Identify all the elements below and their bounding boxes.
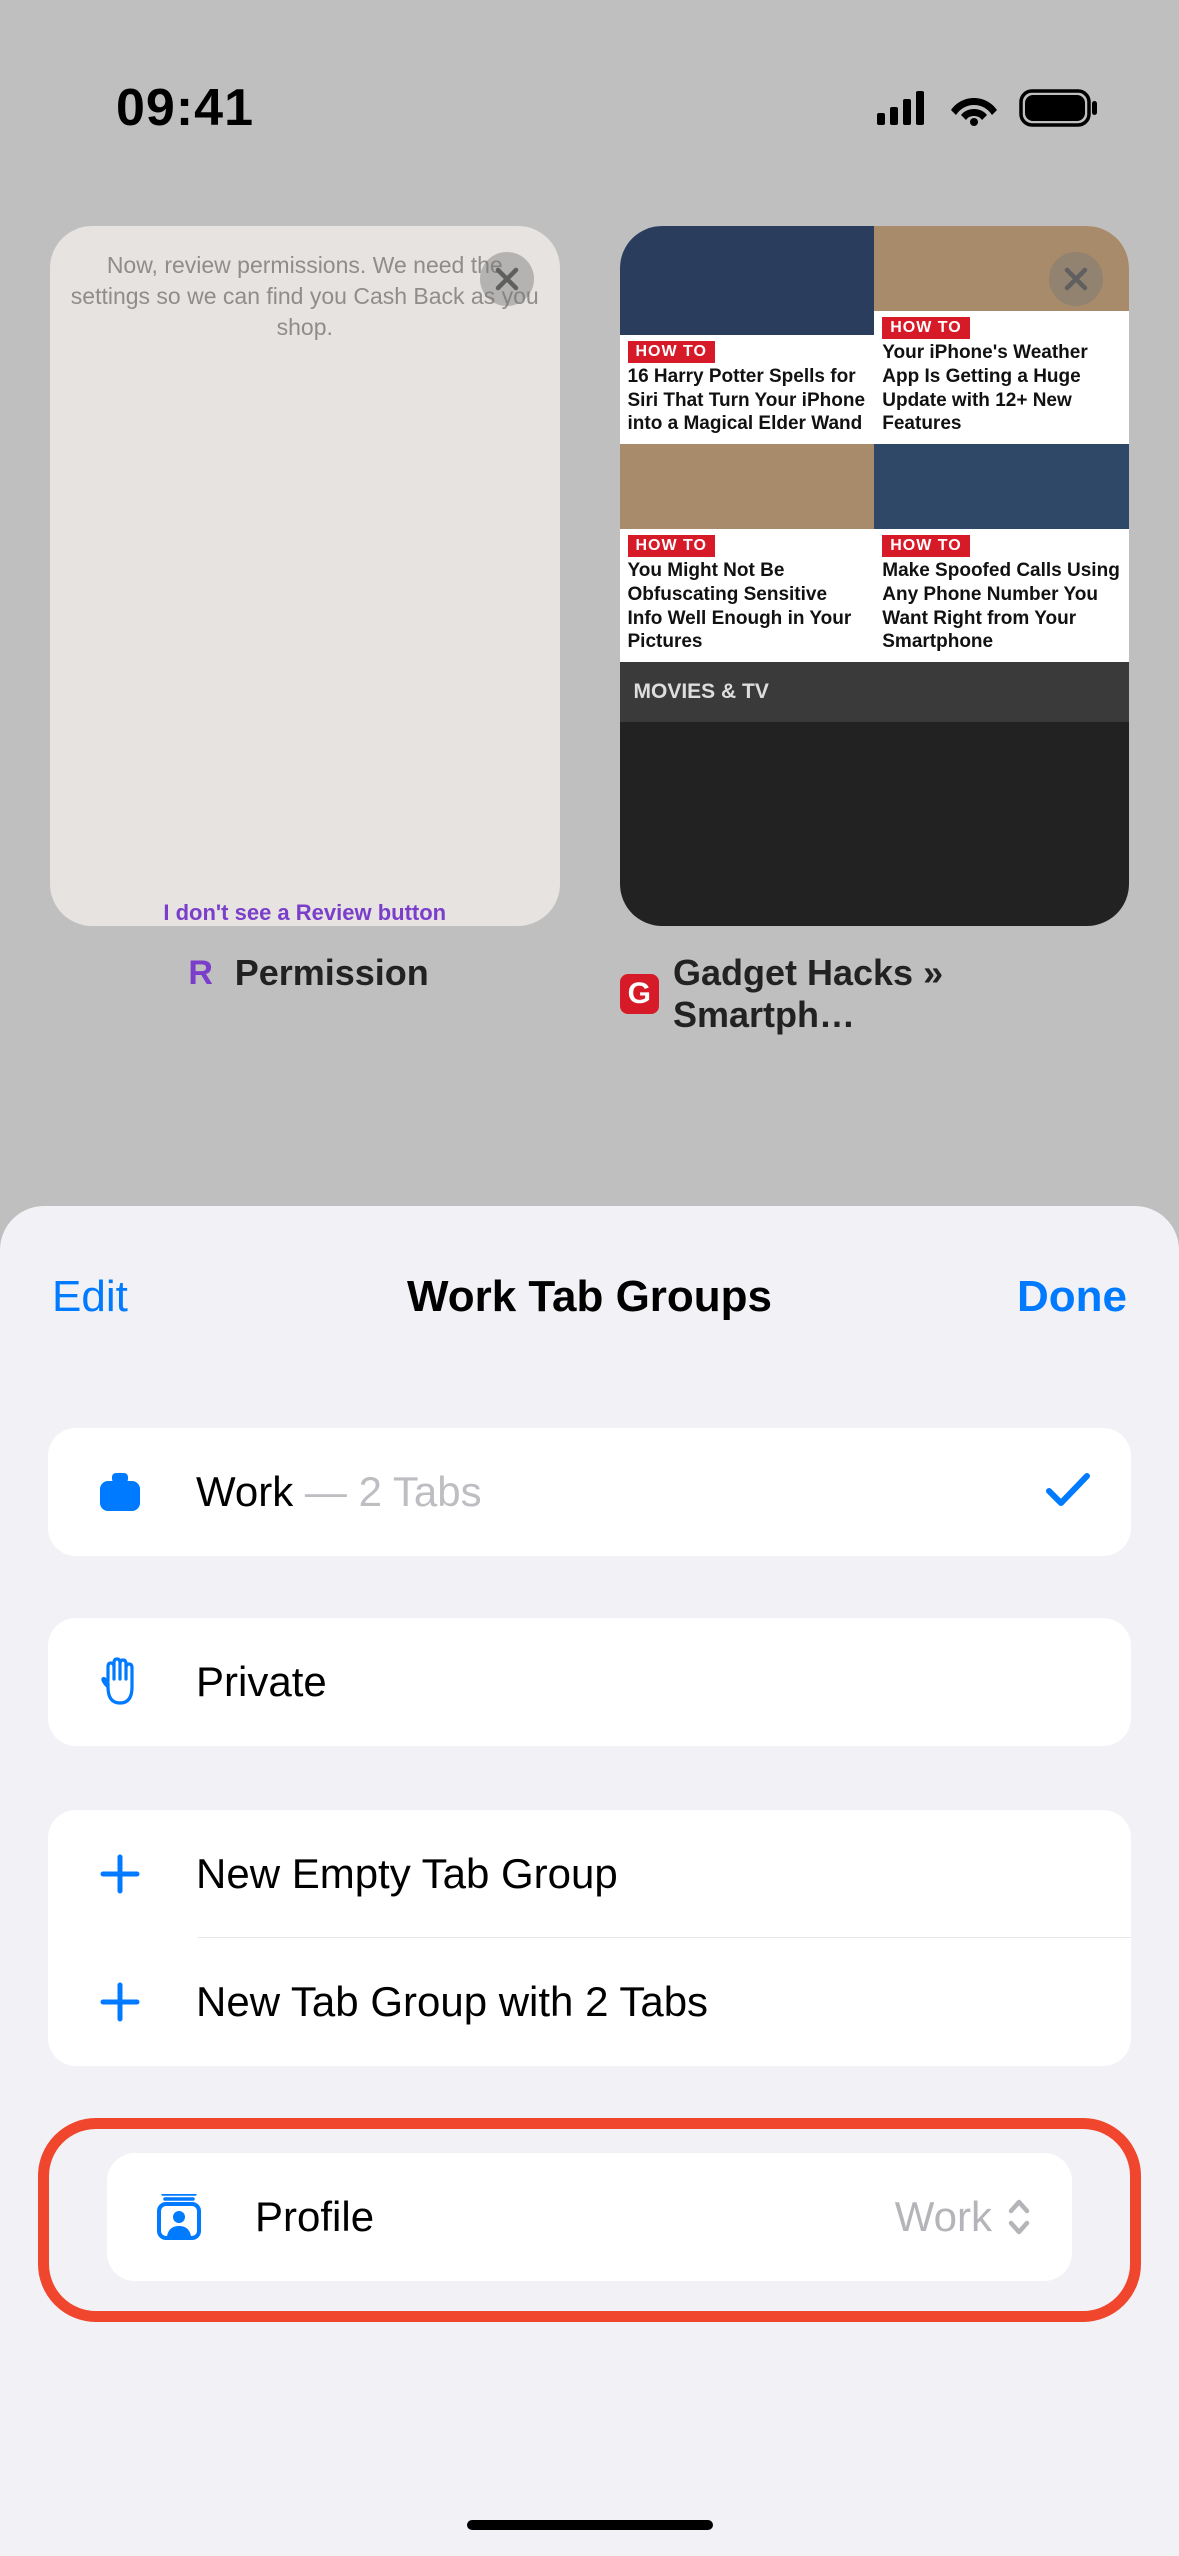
profile-value: Work [895, 2193, 1032, 2241]
tab-close-button[interactable] [1049, 252, 1103, 306]
article-title: 16 Harry Potter Spells for Siri That Tur… [620, 365, 875, 444]
plus-icon [88, 1853, 152, 1895]
wifi-icon [949, 90, 999, 126]
tab-preview-link: I don't see a Review button [50, 900, 560, 926]
cellular-icon [877, 91, 929, 125]
status-time: 09:41 [116, 78, 254, 138]
tag-howto: HOW TO [882, 317, 969, 339]
tab-card[interactable]: Now, review permissions. We need the set… [50, 226, 560, 1036]
tab-preview[interactable]: HOW TO16 Harry Potter Spells for Siri Th… [620, 226, 1130, 926]
tab-group-private[interactable]: Private [48, 1618, 1131, 1746]
new-empty-tab-group[interactable]: New Empty Tab Group [48, 1810, 1131, 1938]
row-label: New Empty Tab Group [196, 1850, 618, 1898]
home-indicator[interactable] [467, 2520, 713, 2530]
group-private: Private [48, 1618, 1131, 1746]
close-icon [494, 266, 520, 292]
checkmark-icon [1045, 1470, 1091, 1515]
tab-group-work[interactable]: Work — 2 Tabs [48, 1428, 1131, 1556]
profile-selector[interactable]: Profile Work [107, 2153, 1072, 2281]
group-work: Work — 2 Tabs [48, 1428, 1131, 1556]
tab-close-button[interactable] [480, 252, 534, 306]
up-down-chevron-icon [1006, 2197, 1032, 2237]
tab-group-label: Private [196, 1658, 327, 1706]
done-button[interactable]: Done [1017, 1272, 1127, 1322]
briefcase-icon [88, 1471, 152, 1513]
edit-button[interactable]: Edit [52, 1272, 128, 1322]
group-new: New Empty Tab Group New Tab Group with 2… [48, 1810, 1131, 2066]
favicon-gadgethacks: G [620, 974, 659, 1014]
row-label: New Tab Group with 2 Tabs [196, 1978, 708, 2026]
section-header: MOVIES & TV [620, 662, 1130, 722]
article-title: Make Spoofed Calls Using Any Phone Numbe… [874, 559, 1129, 662]
tab-title-row: G Gadget Hacks » Smartph… [620, 952, 1130, 1036]
article-title: Your iPhone's Weather App Is Getting a H… [874, 341, 1129, 444]
tab-groups-sheet: Edit Work Tab Groups Done Work — 2 Tabs … [0, 1206, 1179, 2556]
tab-title: Permission [235, 952, 429, 994]
tab-group-label: Work — 2 Tabs [196, 1468, 482, 1516]
hand-icon [88, 1657, 152, 1707]
group-profile: Profile Work [107, 2153, 1072, 2281]
tag-howto: HOW TO [882, 535, 969, 557]
close-icon [1063, 266, 1089, 292]
tab-preview[interactable]: Now, review permissions. We need the set… [50, 226, 560, 926]
tabs-overview: Now, review permissions. We need the set… [0, 156, 1179, 1036]
new-tab-group-with-tabs[interactable]: New Tab Group with 2 Tabs [48, 1938, 1131, 2066]
tab-title-row: R Permission [181, 952, 429, 994]
status-bar: 09:41 [0, 0, 1179, 156]
tag-howto: HOW TO [628, 341, 715, 363]
highlight-profile: Profile Work [38, 2118, 1141, 2322]
article-title: You Might Not Be Obfuscating Sensitive I… [620, 559, 875, 662]
tag-howto: HOW TO [628, 535, 715, 557]
row-label: Profile [255, 2193, 374, 2241]
battery-icon [1019, 89, 1099, 127]
status-indicators [877, 89, 1099, 127]
favicon-rakuten: R [181, 953, 221, 993]
tab-card[interactable]: HOW TO16 Harry Potter Spells for Siri Th… [620, 226, 1130, 1036]
plus-icon [88, 1981, 152, 2023]
sheet-header: Edit Work Tab Groups Done [0, 1272, 1179, 1322]
sheet-title: Work Tab Groups [407, 1272, 772, 1322]
profile-icon [147, 2194, 211, 2240]
tab-title: Gadget Hacks » Smartph… [673, 952, 1129, 1036]
